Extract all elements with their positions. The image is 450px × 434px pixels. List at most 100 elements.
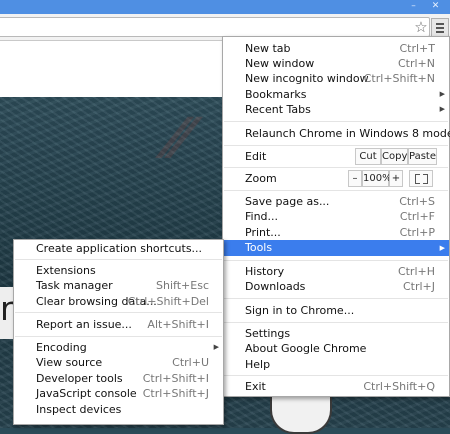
close-icon[interactable]: ✕ [429,2,442,11]
menu-separator [224,322,448,323]
submenu-arrow-icon: ▶ [439,90,445,98]
menu-item-label: New tab [245,42,291,55]
menu-separator [15,336,222,337]
window-title-bar: – ✕ [0,0,450,14]
menu-item-shortcut: Ctrl+T [399,42,435,55]
menu-item-bookmarks[interactable]: Bookmarks ▶ [223,87,449,102]
menu-item-shortcut: Ctrl+P [399,226,435,239]
menu-item-history[interactable]: History Ctrl+H [223,264,449,279]
menu-separator [15,259,222,260]
menu-separator [224,145,448,146]
menu-item-shortcut: Ctrl+Shift+J [142,387,209,400]
submenu-arrow-icon: ▶ [439,244,445,252]
menu-item-label: Zoom [245,172,277,185]
submenu-item-encoding[interactable]: Encoding ▶ [14,340,223,355]
menu-item-tools[interactable]: Tools ▶ [223,240,449,256]
menu-item-find[interactable]: Find... Ctrl+F [223,209,449,224]
menu-separator [224,190,448,191]
menu-item-shortcut: Ctrl+Shift+Q [363,380,435,393]
menu-item-label: Settings [245,327,291,340]
menu-separator [224,260,448,261]
menu-item-label: Save page as... [245,195,330,208]
menu-item-label: Create application shortcuts... [36,242,203,255]
menu-item-label: Find... [245,210,279,223]
address-bar[interactable] [0,17,430,37]
menu-item-shortcut: Ctrl+Shift+Del [127,295,209,308]
menu-item-save-page-as[interactable]: Save page as... Ctrl+S [223,194,449,209]
menu-item-shortcut: Ctrl+U [172,356,209,369]
menu-item-label: Exit [245,380,266,393]
paste-button[interactable]: Paste [408,148,437,165]
zoom-in-button[interactable]: + [389,170,403,187]
minimize-icon[interactable]: – [407,2,420,11]
submenu-item-clear-browsing-data[interactable]: Clear browsing data... Ctrl+Shift+Del [14,294,223,309]
star-icon[interactable]: ☆ [412,18,430,36]
menu-item-new-tab[interactable]: New tab Ctrl+T [223,41,449,56]
menu-item-label: Task manager [36,279,113,292]
menu-item-label: Extensions [36,264,96,277]
menu-item-label: Help [245,358,271,371]
menu-item-label: Report an issue... [36,318,132,331]
menu-item-settings[interactable]: Settings [223,326,449,341]
menu-item-label: Tools [245,241,273,254]
menu-item-shortcut: Ctrl+F [399,210,435,223]
menu-item-label: Sign in to Chrome... [245,304,355,317]
submenu-item-view-source[interactable]: View source Ctrl+U [14,355,223,370]
chrome-main-menu: New tab Ctrl+T New window Ctrl+N New inc… [222,36,450,397]
menu-item-label: Inspect devices [36,403,122,416]
menu-item-label: Developer tools [36,372,123,385]
menu-separator [224,167,448,168]
menu-separator [224,121,448,122]
watermark-graphic: ⁄⁄ [170,107,189,170]
submenu-item-report-issue[interactable]: Report an issue... Alt+Shift+I [14,317,223,332]
submenu-item-create-shortcuts[interactable]: Create application shortcuts... [14,241,223,256]
submenu-arrow-icon: ▶ [213,343,219,351]
submenu-arrow-icon: ▶ [439,105,445,113]
submenu-item-developer-tools[interactable]: Developer tools Ctrl+Shift+I [14,371,223,386]
hamburger-menu-icon[interactable] [431,18,449,37]
menu-item-label: Recent Tabs [245,103,311,116]
menu-item-label: Encoding [36,341,87,354]
tools-submenu: Create application shortcuts... Extensio… [13,239,224,425]
menu-separator [15,312,222,313]
menu-item-sign-in[interactable]: Sign in to Chrome... [223,303,449,318]
menu-item-label: Print... [245,226,281,239]
menu-item-new-window[interactable]: New window Ctrl+N [223,56,449,71]
menu-item-label: History [245,265,285,278]
menu-item-print[interactable]: Print... Ctrl+P [223,225,449,240]
menu-item-label: Bookmarks [245,88,307,101]
menu-item-label: Relaunch Chrome in Windows 8 mode [245,127,450,140]
menu-item-shortcut: Ctrl+J [402,280,435,293]
menu-item-relaunch-windows8[interactable]: Relaunch Chrome in Windows 8 mode [223,126,450,141]
menu-item-recent-tabs[interactable]: Recent Tabs ▶ [223,102,449,117]
menu-item-downloads[interactable]: Downloads Ctrl+J [223,279,449,294]
menu-item-shortcut: Ctrl+S [399,195,435,208]
zoom-level: 100% [362,170,392,187]
menu-item-shortcut: Ctrl+Shift+I [142,372,209,385]
menu-item-shortcut: Ctrl+H [397,265,435,278]
menu-item-shortcut: Ctrl+N [397,57,435,70]
menu-separator [224,298,448,299]
copy-button[interactable]: Copy [381,148,408,165]
menu-item-label: About Google Chrome [245,342,367,355]
submenu-item-inspect-devices[interactable]: Inspect devices [14,402,223,417]
submenu-item-task-manager[interactable]: Task manager Shift+Esc [14,278,223,293]
cut-button[interactable]: Cut [355,148,381,165]
menu-item-new-incognito-window[interactable]: New incognito window Ctrl+Shift+N [223,71,449,86]
menu-item-label: Edit [245,150,267,163]
menu-item-about-chrome[interactable]: About Google Chrome [223,341,449,356]
menu-item-shortcut: Alt+Shift+I [147,318,209,331]
submenu-item-extensions[interactable]: Extensions [14,263,223,278]
menu-item-label: View source [36,356,103,369]
menu-item-label: New window [245,57,315,70]
fullscreen-icon[interactable] [409,170,433,187]
menu-separator [224,375,448,376]
submenu-item-javascript-console[interactable]: JavaScript console Ctrl+Shift+J [14,386,223,401]
menu-item-help[interactable]: Help [223,357,449,372]
menu-item-exit[interactable]: Exit Ctrl+Shift+Q [223,379,449,394]
menu-item-label: JavaScript console [36,387,137,400]
zoom-out-button[interactable]: – [348,170,362,187]
menu-item-label: Downloads [245,280,306,293]
menu-item-shortcut: Ctrl+Shift+N [363,72,435,85]
menu-item-label: New incognito window [245,72,369,85]
